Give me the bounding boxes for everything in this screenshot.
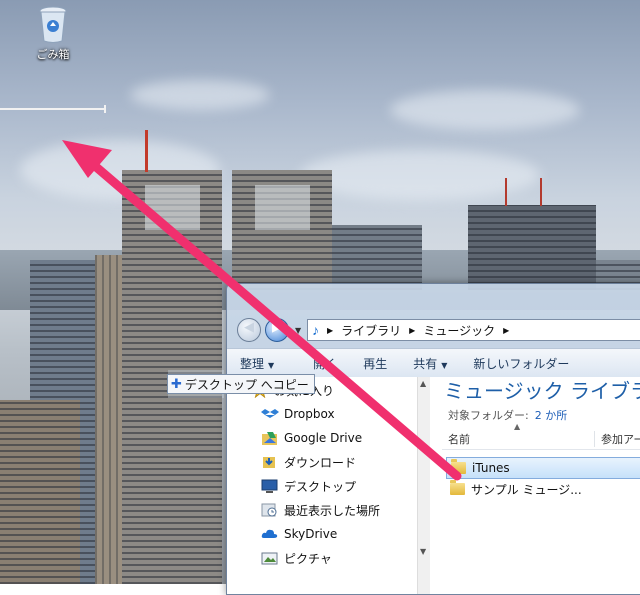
- column-contributing-artist[interactable]: 参加アー: [594, 431, 640, 447]
- pictures-icon: [261, 550, 279, 566]
- drag-guide-line: [0, 105, 106, 113]
- included-locations-link[interactable]: 2 か所: [535, 409, 568, 422]
- open-button[interactable]: 開く: [287, 355, 350, 372]
- nav-item-downloads[interactable]: ダウンロード: [261, 451, 356, 473]
- new-folder-button[interactable]: 新しいフォルダー: [460, 355, 582, 372]
- breadcrumb-libraries[interactable]: ライブラリ: [341, 322, 401, 339]
- sort-indicator-icon: ▲: [514, 422, 521, 431]
- drag-tooltip-text: デスクトップ へコピー: [184, 377, 309, 392]
- breadcrumb-music[interactable]: ミュージック: [423, 322, 495, 339]
- nav-item-google-drive[interactable]: Google Drive: [261, 427, 362, 449]
- nav-item-recent-places[interactable]: 最近表示した場所: [261, 499, 380, 521]
- window-titlebar[interactable]: [227, 284, 640, 314]
- dropdown-arrow-icon: ▼: [441, 360, 448, 370]
- breadcrumb-separator-icon[interactable]: ▶: [503, 326, 509, 335]
- breadcrumb-separator-icon[interactable]: ▶: [327, 326, 333, 335]
- breadcrumb-separator-icon[interactable]: ▶: [409, 326, 415, 335]
- organize-label: 整理: [240, 356, 265, 371]
- forward-arrow-icon: ▶: [272, 320, 282, 335]
- address-bar[interactable]: ♪ ▶ ライブラリ ▶ ミュージック ▶: [307, 319, 640, 341]
- forward-button[interactable]: ▶: [265, 318, 289, 342]
- plus-icon: ✚: [171, 376, 182, 392]
- drag-copy-tooltip: ✚ デスクトップ へコピー: [167, 374, 315, 394]
- recycle-bin-icon: [38, 6, 68, 44]
- recycle-bin-shortcut[interactable]: ごみ箱: [28, 6, 78, 62]
- explorer-window[interactable]: ◀ ▶ ▼ ♪ ▶ ライブラリ ▶ ミュージック ▶ 整理 ▼ 開く 再生 共有 ▼…: [226, 283, 640, 595]
- library-title: ミュージック ライブラ: [444, 379, 640, 403]
- google-drive-icon: [261, 430, 279, 446]
- nav-item-skydrive[interactable]: SkyDrive: [261, 523, 337, 545]
- nav-item-label: 最近表示した場所: [284, 503, 381, 518]
- play-button[interactable]: 再生: [350, 355, 400, 372]
- nav-item-label: Dropbox: [284, 407, 335, 421]
- skydrive-icon: [261, 526, 279, 542]
- recent-pages-dropdown-icon[interactable]: ▼: [295, 326, 301, 335]
- file-name: iTunes: [472, 461, 510, 475]
- recent-places-icon: [261, 502, 279, 518]
- navigation-bar: ◀ ▶ ▼ ♪ ▶ ライブラリ ▶ ミュージック ▶: [233, 314, 640, 344]
- library-content: ミュージック ライブラ 対象フォルダー: 2 か所 ▲ 名前 参加アー iTune…: [432, 377, 640, 594]
- nav-item-label: デスクトップ: [284, 479, 357, 494]
- share-label: 共有: [413, 356, 438, 371]
- open-label: 開く: [313, 356, 338, 371]
- explorer-body: お気に入り Dropbox Google Drive ダウンロード デスクトップ…: [227, 377, 640, 594]
- music-note-icon: ♪: [312, 322, 319, 338]
- play-label: 再生: [363, 356, 388, 371]
- folder-icon: [450, 480, 465, 495]
- dropbox-icon: [261, 406, 279, 422]
- navigation-pane: お気に入り Dropbox Google Drive ダウンロード デスクトップ…: [227, 377, 418, 594]
- library-subtitle: 対象フォルダー: 2 か所: [448, 407, 567, 423]
- download-folder-icon: [261, 454, 279, 470]
- dropdown-arrow-icon: ▼: [268, 360, 275, 370]
- desktop-icon: [261, 478, 279, 494]
- nav-item-pictures[interactable]: ピクチャ: [261, 547, 332, 569]
- recycle-bin-label: ごみ箱: [36, 48, 70, 61]
- folder-icon: [451, 459, 466, 474]
- nav-item-label: ピクチャ: [284, 551, 332, 566]
- new-folder-label: 新しいフォルダー: [473, 356, 570, 371]
- nav-item-label: Google Drive: [284, 431, 363, 445]
- organize-button[interactable]: 整理 ▼: [227, 355, 287, 372]
- file-row-sample-music[interactable]: サンプル ミュージ...: [446, 479, 640, 499]
- nav-item-desktop[interactable]: デスクトップ: [261, 475, 356, 497]
- navigation-pane-scrollbar[interactable]: ▲ ▼: [417, 377, 430, 594]
- share-button[interactable]: 共有 ▼: [400, 355, 460, 372]
- nav-item-label: SkyDrive: [284, 527, 338, 541]
- back-arrow-icon: ◀: [244, 320, 254, 335]
- column-header-row: ▲ 名前 参加アー: [442, 422, 640, 450]
- file-name: サンプル ミュージ...: [471, 482, 582, 497]
- column-name[interactable]: 名前: [448, 431, 470, 447]
- back-button[interactable]: ◀: [237, 318, 261, 342]
- included-folders-label: 対象フォルダー:: [448, 409, 529, 422]
- nav-item-label: ダウンロード: [284, 455, 357, 470]
- scroll-down-icon[interactable]: ▼: [420, 547, 426, 556]
- nav-item-dropbox[interactable]: Dropbox: [261, 403, 335, 425]
- file-row-itunes[interactable]: iTunes: [446, 457, 640, 479]
- scroll-up-icon[interactable]: ▲: [420, 379, 426, 388]
